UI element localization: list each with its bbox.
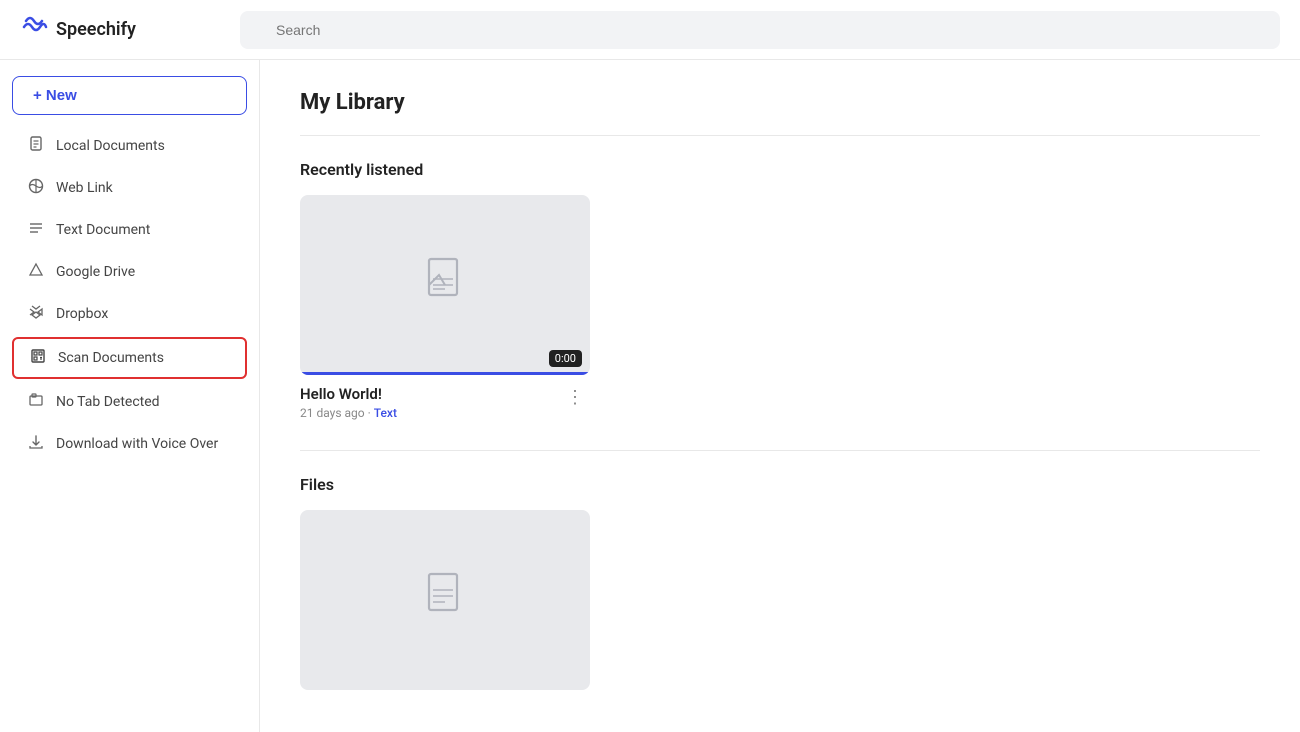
local-documents-label: Local Documents (56, 138, 165, 154)
files-section: Files (300, 475, 1260, 700)
sidebar-item-no-tab-detected[interactable]: No Tab Detected (12, 383, 247, 421)
main-content: My Library Recently listened 0:00 (260, 60, 1300, 732)
card-file-thumbnail (300, 510, 590, 690)
download-voice-over-icon (26, 434, 46, 454)
sidebar: + New Local Documents Web Link Text Docu… (0, 60, 260, 732)
card-progress-bar (300, 372, 590, 375)
no-tab-detected-label: No Tab Detected (56, 394, 160, 410)
google-drive-icon (26, 262, 46, 282)
divider-files (300, 450, 1260, 451)
card-thumb-icon (425, 257, 465, 314)
recently-listened-title: Recently listened (300, 160, 1260, 179)
logo-text: Speechify (56, 19, 136, 40)
card-thumbnail: 0:00 (300, 195, 590, 375)
card-meta: 21 days ago · Text (300, 406, 397, 420)
files-title: Files (300, 475, 1260, 494)
sidebar-item-google-drive[interactable]: Google Drive (12, 253, 247, 291)
text-document-icon (26, 220, 46, 240)
card-time-badge: 0:00 (549, 350, 582, 367)
card-details: Hello World! 21 days ago · Text (300, 385, 397, 420)
recently-listened-section: Recently listened 0:00 Hello W (300, 160, 1260, 420)
dropbox-icon (26, 304, 46, 324)
sidebar-item-dropbox[interactable]: Dropbox (12, 295, 247, 333)
sidebar-item-download-voice-over[interactable]: Download with Voice Over (12, 425, 247, 463)
new-button[interactable]: + New (12, 76, 247, 115)
web-link-icon (26, 178, 46, 198)
web-link-label: Web Link (56, 180, 113, 196)
sidebar-item-scan-documents[interactable]: Scan Documents (12, 337, 247, 379)
speechify-logo-icon (20, 13, 48, 47)
card-file-thumb-icon (425, 572, 465, 629)
card-info: Hello World! 21 days ago · Text ⋮ (300, 385, 590, 420)
sidebar-item-local-documents[interactable]: Local Documents (12, 127, 247, 165)
scan-documents-label: Scan Documents (58, 350, 164, 366)
search-wrapper: 🔍 (240, 11, 1280, 49)
google-drive-label: Google Drive (56, 264, 135, 280)
header: Speechify 🔍 (0, 0, 1300, 60)
scan-documents-icon (28, 348, 48, 368)
card-hello-world[interactable]: 0:00 Hello World! 21 days ago · Text ⋮ (300, 195, 590, 420)
card-meta-type: Text (374, 406, 397, 420)
local-documents-icon (26, 136, 46, 156)
card-meta-time: 21 days ago (300, 406, 365, 420)
sidebar-item-web-link[interactable]: Web Link (12, 169, 247, 207)
layout: + New Local Documents Web Link Text Docu… (0, 60, 1300, 732)
divider-top (300, 135, 1260, 136)
sidebar-item-text-document[interactable]: Text Document (12, 211, 247, 249)
logo: Speechify (20, 13, 240, 47)
text-document-label: Text Document (56, 222, 150, 238)
search-input[interactable] (240, 11, 1280, 49)
no-tab-icon (26, 392, 46, 412)
card-more-button[interactable]: ⋮ (560, 385, 590, 410)
card-progress-bar-container (300, 372, 590, 375)
recently-listened-cards: 0:00 Hello World! 21 days ago · Text ⋮ (300, 195, 1260, 420)
card-title: Hello World! (300, 385, 397, 403)
page-title: My Library (300, 90, 1260, 115)
download-voice-over-label: Download with Voice Over (56, 436, 218, 452)
card-file-1[interactable] (300, 510, 590, 700)
dropbox-label: Dropbox (56, 306, 108, 322)
files-cards (300, 510, 1260, 700)
